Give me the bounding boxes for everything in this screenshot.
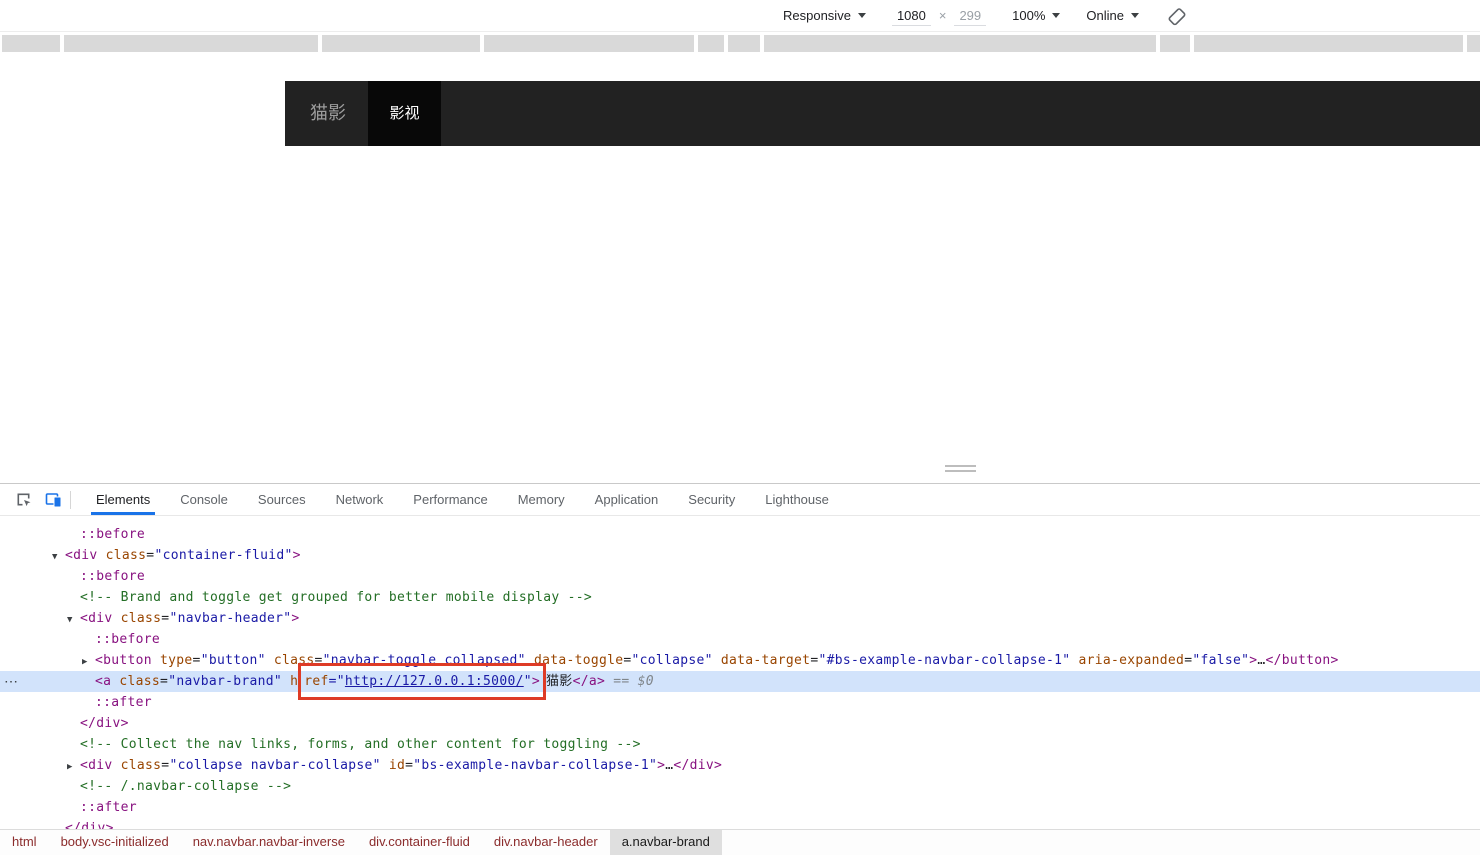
breadcrumb-item[interactable]: nav.navbar.navbar-inverse [181,830,357,855]
placeholder-block[interactable] [1467,35,1480,52]
chevron-down-icon [1052,13,1060,18]
tree-line[interactable]: ▼<div class="container-fluid"> [0,545,1480,566]
network-label: Online [1086,8,1124,23]
breadcrumb-item[interactable]: a.navbar-brand [610,830,722,855]
placeholder-block[interactable] [64,35,318,52]
placeholder-block[interactable] [728,35,760,52]
inspect-cursor-icon [15,491,32,508]
placeholder-block[interactable] [484,35,694,52]
tree-line[interactable]: ::before [0,524,1480,545]
tree-line[interactable]: <!-- Collect the nav links, forms, and o… [0,734,1480,755]
devtools-panel: ElementsConsoleSourcesNetworkPerformance… [0,483,1480,855]
attribute-link-url[interactable]: http://127.0.0.1:5000/ [345,674,524,689]
inspect-element-button[interactable] [8,484,38,515]
placeholder-block[interactable] [322,35,480,52]
network-throttle-select[interactable]: Online [1086,8,1139,23]
zoom-label: 100% [1012,8,1045,23]
rotate-viewport-button[interactable] [1165,4,1189,28]
placeholder-block[interactable] [2,35,60,52]
tab-application[interactable]: Application [580,484,674,515]
viewport-width-input[interactable]: 1080 [892,6,931,26]
tree-line[interactable]: ::before [0,566,1480,587]
tree-line[interactable]: ▶<div class="collapse navbar-collapse" i… [0,755,1480,776]
tree-line[interactable]: ::after [0,797,1480,818]
device-emulation-toolbar: Responsive 1080 × 299 100% Online [0,0,1480,32]
tree-line[interactable]: <!-- Brand and toggle get grouped for be… [0,587,1480,608]
breadcrumb-item[interactable]: html [0,830,49,855]
device-toolbar-toggle-button[interactable] [38,484,68,515]
expand-arrow-icon[interactable]: ▶ [67,757,80,778]
tree-line[interactable]: <!-- /.navbar-collapse --> [0,776,1480,797]
breadcrumb-item[interactable]: body.vsc-initialized [49,830,181,855]
tab-performance[interactable]: Performance [398,484,502,515]
collapse-arrow-icon[interactable]: ▼ [52,547,65,568]
devtools-toolbar: ElementsConsoleSourcesNetworkPerformance… [0,484,1480,516]
tree-line[interactable]: </div> [0,713,1480,734]
placeholder-block[interactable] [1194,35,1463,52]
expand-arrow-icon[interactable]: ▶ [82,652,95,673]
tree-line[interactable]: ▶<button type="button" class="navbar-tog… [0,650,1480,671]
device-viewport: 猫影 影视 [285,81,1480,460]
breadcrumb-item[interactable]: div.container-fluid [357,830,482,855]
tree-line[interactable]: ▼<div class="navbar-header"> [0,608,1480,629]
tab-lighthouse[interactable]: Lighthouse [750,484,844,515]
viewport-dimensions: 1080 × 299 [892,6,986,26]
navbar-brand-link[interactable]: 猫影 [310,81,346,146]
placeholder-block[interactable] [698,35,724,52]
toolbar-separator [70,491,71,509]
tab-security[interactable]: Security [673,484,750,515]
breadcrumb: htmlbody.vsc-initializednav.navbar.navba… [0,829,1480,855]
devtools-tabs: ElementsConsoleSourcesNetworkPerformance… [81,484,844,515]
tab-memory[interactable]: Memory [503,484,580,515]
viewport-resize-handle[interactable] [945,465,976,475]
chevron-down-icon [858,13,866,18]
zoom-select[interactable]: 100% [1012,8,1060,23]
tree-line[interactable]: ⋯<a class="navbar-brand" href="http://12… [0,671,1480,692]
navbar-item-active[interactable]: 影视 [368,81,441,146]
tab-console[interactable]: Console [165,484,243,515]
device-type-select[interactable]: Responsive [783,8,866,23]
browser-strip [2,35,1480,52]
collapse-arrow-icon[interactable]: ▼ [67,610,80,631]
placeholder-block[interactable] [764,35,1156,52]
device-type-label: Responsive [783,8,851,23]
elements-tree: ::before▼<div class="container-fluid">::… [0,516,1480,830]
device-toolbar-icon [45,491,62,508]
tab-elements[interactable]: Elements [81,484,165,515]
tree-line[interactable]: ::before [0,629,1480,650]
tab-network[interactable]: Network [321,484,399,515]
tree-line[interactable]: ::after [0,692,1480,713]
emulation-controls: Responsive 1080 × 299 100% Online [783,0,1189,31]
page-navbar: 猫影 影视 [285,81,1480,146]
breadcrumb-item[interactable]: div.navbar-header [482,830,610,855]
rotate-icon [1166,5,1188,27]
placeholder-block[interactable] [1160,35,1190,52]
more-actions-icon[interactable]: ⋯ [4,671,18,692]
dimension-separator: × [939,8,947,23]
chevron-down-icon [1131,13,1139,18]
viewport-height-input[interactable]: 299 [954,6,986,26]
tab-sources[interactable]: Sources [243,484,321,515]
